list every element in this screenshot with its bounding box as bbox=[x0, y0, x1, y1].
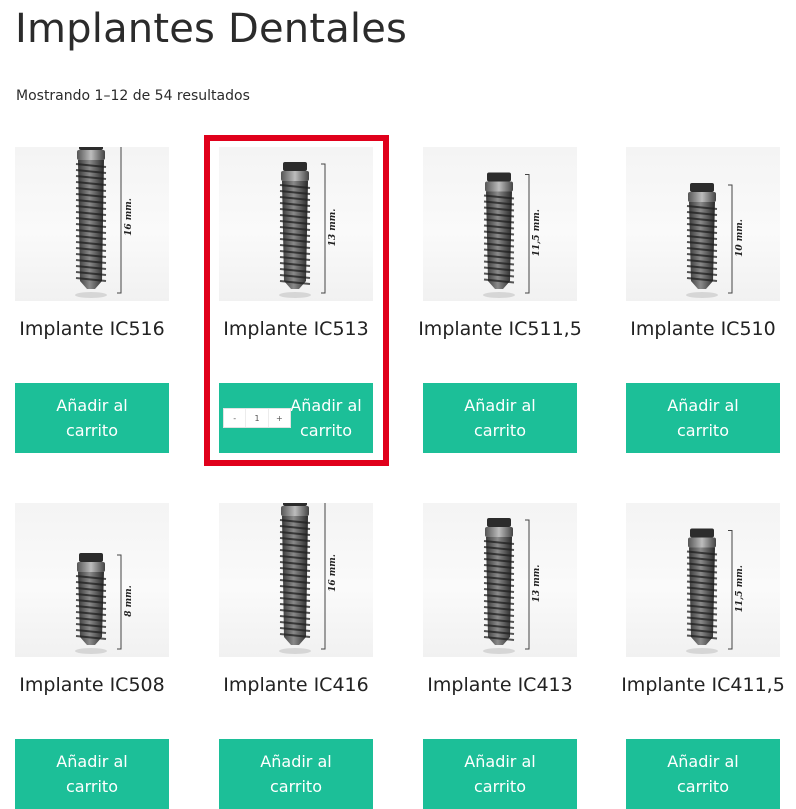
implant-illustration: 13 mm. bbox=[279, 162, 338, 298]
add-to-cart-label: Añadir al carrito bbox=[290, 396, 362, 440]
implant-illustration: 16 mm. bbox=[279, 503, 338, 654]
product-title[interactable]: Implante IC513 bbox=[209, 317, 383, 341]
product-title[interactable]: Implante IC416 bbox=[209, 673, 383, 697]
product-image[interactable]: 8 mm. bbox=[15, 503, 169, 657]
add-to-cart-label: Añadir al carrito bbox=[667, 396, 739, 440]
svg-text:13 mm.: 13 mm. bbox=[532, 565, 542, 603]
svg-text:16 mm.: 16 mm. bbox=[328, 554, 338, 592]
svg-text:11,5 mm.: 11,5 mm. bbox=[532, 209, 542, 256]
add-to-cart-button[interactable]: Añadir al carrito bbox=[423, 739, 577, 809]
svg-text:16 mm.: 16 mm. bbox=[124, 198, 134, 236]
product-title[interactable]: Implante IC413 bbox=[413, 673, 587, 697]
result-count: Mostrando 1–12 de 54 resultados bbox=[16, 88, 250, 104]
add-to-cart-button[interactable]: Añadir al carrito bbox=[626, 739, 780, 809]
implant-illustration: 16 mm. bbox=[75, 147, 134, 298]
product-title[interactable]: Implante IC516 bbox=[5, 317, 179, 341]
add-to-cart-button[interactable]: Añadir al carrito bbox=[15, 739, 169, 809]
quantity-stepper: - 1 + bbox=[223, 408, 291, 428]
product-image[interactable]: 13 mm. bbox=[423, 503, 577, 657]
add-to-cart-label: Añadir al carrito bbox=[260, 752, 332, 796]
add-to-cart-button[interactable]: Añadir al carrito bbox=[626, 383, 780, 453]
add-to-cart-label: Añadir al carrito bbox=[464, 752, 536, 796]
product-image[interactable]: 11,5 mm. bbox=[423, 147, 577, 301]
product-image[interactable]: 16 mm. bbox=[15, 147, 169, 301]
quantity-increase-button[interactable]: + bbox=[269, 409, 290, 427]
implant-illustration: 11,5 mm. bbox=[483, 172, 542, 298]
page-title: Implantes Dentales bbox=[15, 6, 408, 52]
quantity-decrease-button[interactable]: - bbox=[224, 409, 247, 427]
product-image[interactable]: 10 mm. bbox=[626, 147, 780, 301]
svg-text:13 mm.: 13 mm. bbox=[328, 209, 338, 247]
product-title[interactable]: Implante IC411,5 bbox=[616, 673, 790, 697]
add-to-cart-label: Añadir al carrito bbox=[56, 396, 128, 440]
implant-illustration: 10 mm. bbox=[686, 183, 745, 298]
implant-illustration: 8 mm. bbox=[75, 553, 134, 654]
add-to-cart-button[interactable]: Añadir al carrito bbox=[423, 383, 577, 453]
implant-illustration: 11,5 mm. bbox=[686, 528, 745, 654]
svg-text:11,5 mm.: 11,5 mm. bbox=[735, 565, 745, 612]
implant-illustration: 13 mm. bbox=[483, 518, 542, 654]
product-image[interactable]: 13 mm. bbox=[219, 147, 373, 301]
add-to-cart-button[interactable]: Añadir al carrito bbox=[15, 383, 169, 453]
svg-text:10 mm.: 10 mm. bbox=[735, 219, 745, 257]
product-title[interactable]: Implante IC508 bbox=[5, 673, 179, 697]
add-to-cart-label: Añadir al carrito bbox=[667, 752, 739, 796]
quantity-input[interactable]: 1 bbox=[246, 409, 269, 427]
add-to-cart-label: Añadir al carrito bbox=[464, 396, 536, 440]
product-image[interactable]: 16 mm. bbox=[219, 503, 373, 657]
product-title[interactable]: Implante IC510 bbox=[616, 317, 790, 341]
product-title[interactable]: Implante IC511,5 bbox=[413, 317, 587, 341]
product-image[interactable]: 11,5 mm. bbox=[626, 503, 780, 657]
svg-text:8 mm.: 8 mm. bbox=[124, 585, 134, 617]
add-to-cart-label: Añadir al carrito bbox=[56, 752, 128, 796]
add-to-cart-button[interactable]: Añadir al carrito bbox=[219, 739, 373, 809]
